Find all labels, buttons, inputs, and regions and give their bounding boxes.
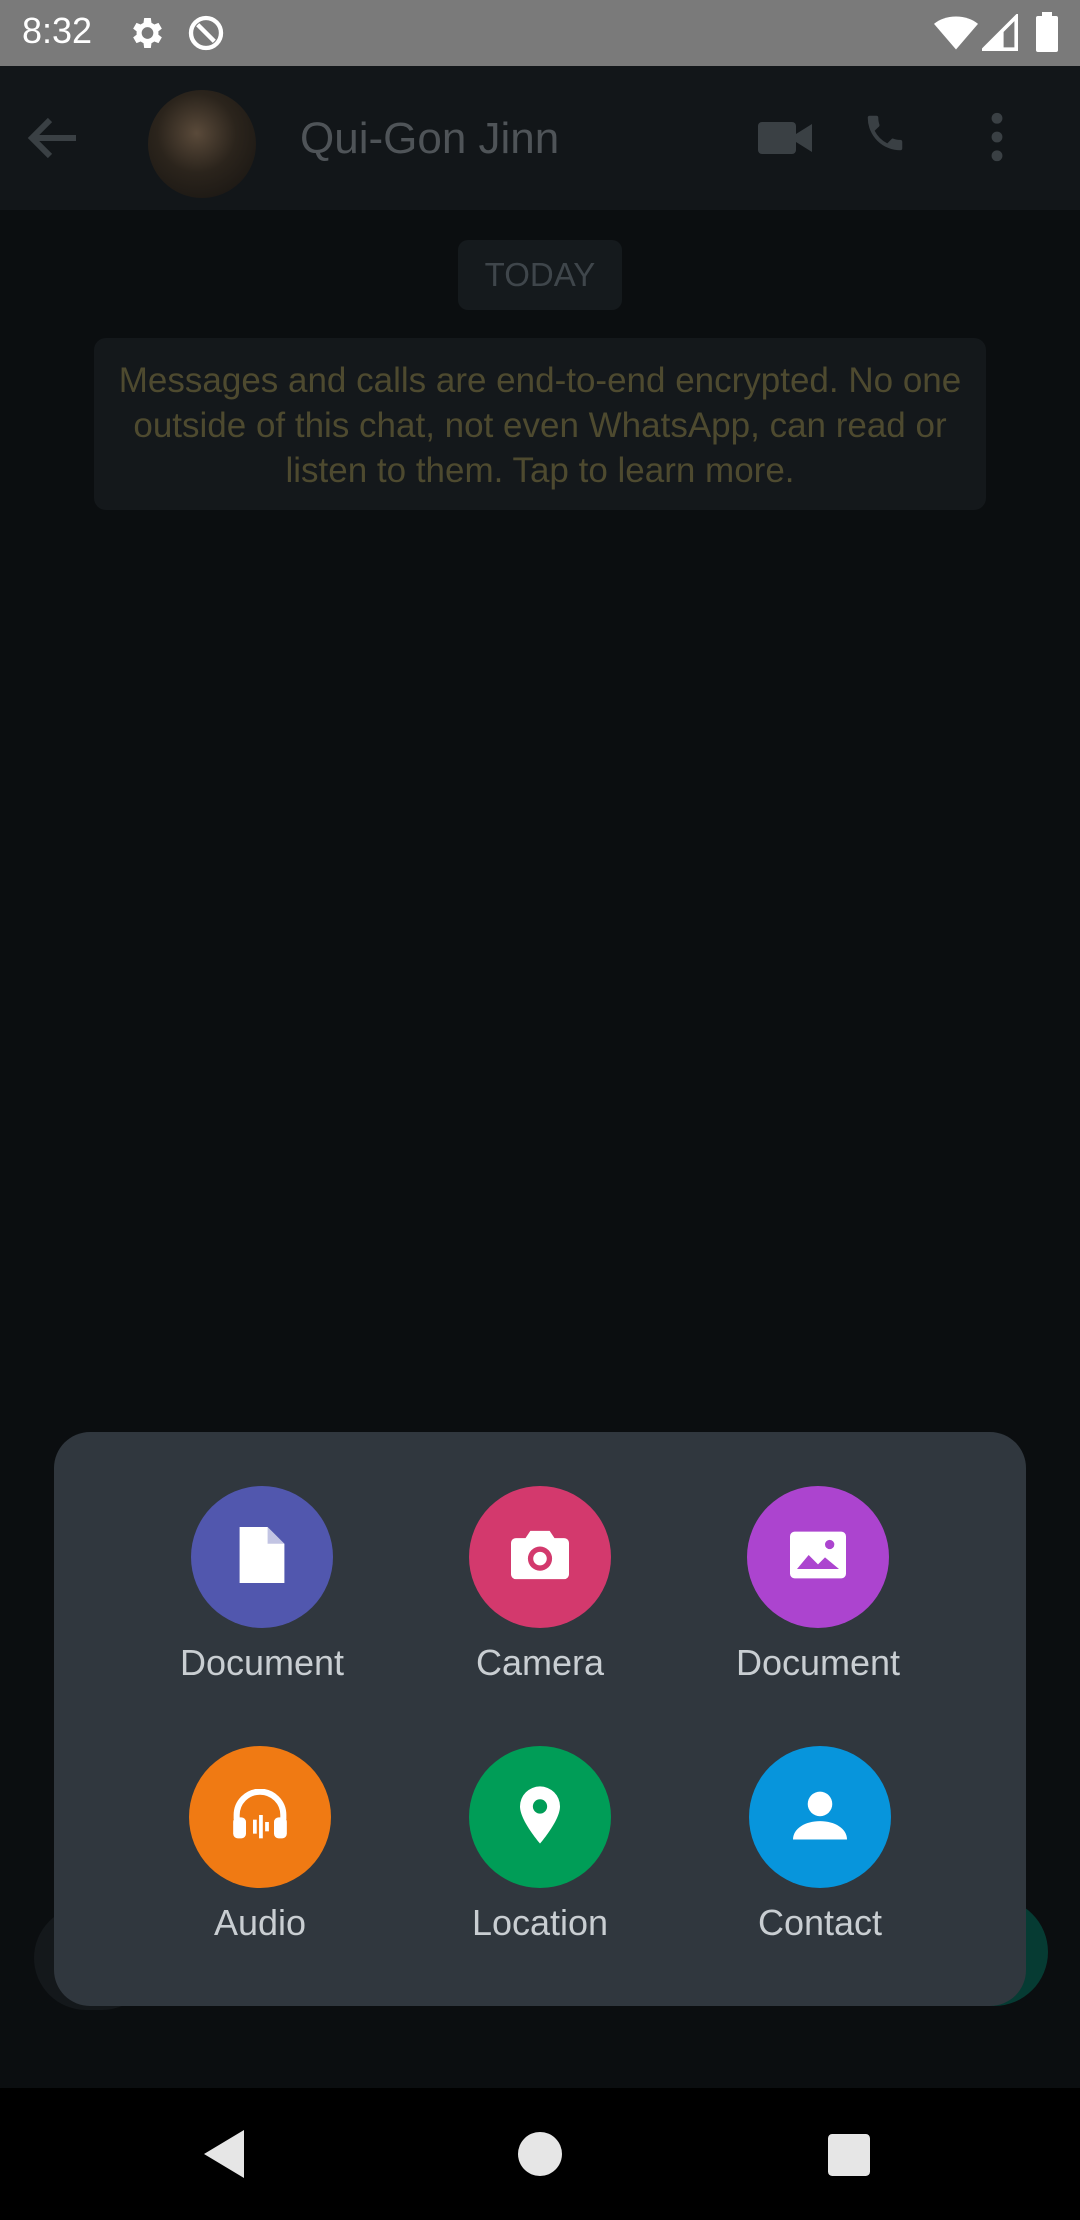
encryption-notice[interactable]: Messages and calls are end-to-end encryp… (94, 338, 986, 510)
date-chip: TODAY (458, 240, 622, 310)
attach-location-label: Location (471, 1902, 609, 1943)
navigation-bar (0, 2088, 1080, 2220)
attach-audio-button[interactable]: Audio (150, 1746, 370, 1944)
home-circle-icon[interactable] (518, 2132, 562, 2181)
back-triangle-icon[interactable] (204, 2130, 248, 2183)
status-bar: 8:32 (0, 0, 1080, 66)
status-time: 8:32 (22, 10, 93, 51)
recents-square-icon[interactable] (828, 2134, 870, 2181)
attach-audio-label: Audio (213, 1902, 307, 1943)
attach-gallery-circle[interactable] (747, 1486, 889, 1628)
voice-call-icon[interactable] (862, 110, 908, 161)
contact-name[interactable]: Qui-Gon Jinn (300, 114, 559, 164)
location-pin-icon (520, 1785, 560, 1849)
video-call-icon[interactable] (758, 118, 814, 163)
document-icon (239, 1526, 285, 1588)
contact-avatar[interactable] (148, 90, 256, 198)
attach-contact-button[interactable]: Contact (710, 1746, 930, 1944)
attach-location-circle[interactable] (469, 1746, 611, 1888)
headphones-icon (232, 1788, 288, 1846)
gallery-icon (790, 1531, 846, 1584)
attach-gallery-button[interactable]: Document (708, 1486, 928, 1684)
attach-camera-circle[interactable] (469, 1486, 611, 1628)
attach-contact-label: Contact (757, 1902, 883, 1943)
attach-gallery-label: Document (735, 1642, 901, 1683)
attach-document-label: Document (179, 1642, 345, 1683)
attach-document-button[interactable]: Document (152, 1486, 372, 1684)
more-options-icon[interactable] (990, 112, 1004, 167)
back-arrow-icon[interactable] (24, 114, 80, 167)
attachment-menu: Document Camera Document Audio Location … (54, 1432, 1026, 2006)
chat-header: Qui-Gon Jinn (0, 66, 1080, 210)
attach-location-button[interactable]: Location (430, 1746, 650, 1944)
attach-camera-button[interactable]: Camera (430, 1486, 650, 1684)
wifi-icon (934, 14, 978, 57)
attach-camera-label: Camera (475, 1642, 605, 1683)
no-data-saver-icon (186, 13, 226, 58)
signal-icon (979, 12, 1018, 57)
person-icon (793, 1790, 847, 1845)
camera-icon (511, 1530, 569, 1585)
battery-icon (1036, 12, 1058, 57)
settings-icon (126, 13, 166, 58)
attach-audio-circle[interactable] (189, 1746, 331, 1888)
attach-contact-circle[interactable] (749, 1746, 891, 1888)
attach-document-circle[interactable] (191, 1486, 333, 1628)
